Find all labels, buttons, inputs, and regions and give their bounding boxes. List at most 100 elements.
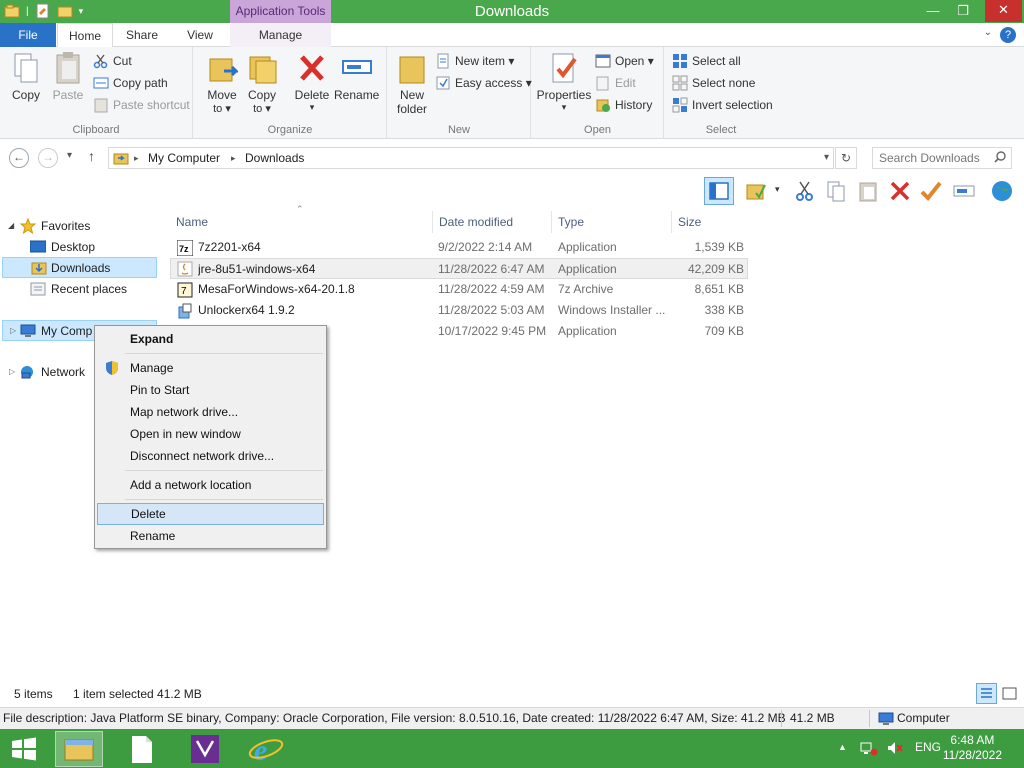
menu-item-delete[interactable]: Delete xyxy=(97,503,324,525)
copy-to-button[interactable]: Copy to ▾ xyxy=(242,51,282,115)
details-location: Computer xyxy=(897,711,950,725)
select-all-button[interactable]: Select all xyxy=(672,51,741,71)
svg-text:e: e xyxy=(254,734,267,767)
clock[interactable]: 6:48 AM 11/28/2022 xyxy=(943,733,1002,763)
new-group-label: New xyxy=(447,124,470,136)
file-row[interactable]: 7z 7z2201-x64 9/2/2022 2:14 AM Applicati… xyxy=(170,237,748,258)
back-button[interactable]: ← xyxy=(9,148,29,168)
invert-selection-button[interactable]: Invert selection xyxy=(672,95,773,115)
new-item-button[interactable]: New item ▾ xyxy=(435,51,514,71)
menu-item-add-network-location[interactable]: Add a network location xyxy=(97,474,324,496)
volume-muted-icon[interactable] xyxy=(886,740,904,756)
file-row[interactable]: Unlockerx64 1.9.2 11/28/2022 5:03 AM Win… xyxy=(170,300,748,321)
menu-item-pin-to-start[interactable]: Pin to Start xyxy=(97,379,324,401)
taskbar-file-explorer[interactable] xyxy=(55,731,103,767)
open-button[interactable]: Open ▾ xyxy=(595,51,654,71)
copy-tool-icon[interactable] xyxy=(824,179,848,203)
search-input[interactable]: Search Downloads xyxy=(872,147,1012,169)
delete-button[interactable]: Delete ▾ xyxy=(292,51,332,113)
close-button[interactable]: ✕ xyxy=(985,0,1022,22)
select-none-button[interactable]: Select none xyxy=(672,73,755,93)
column-name[interactable]: Name xyxy=(170,211,432,233)
checkmark-tool-icon[interactable] xyxy=(919,179,943,203)
history-icon xyxy=(595,97,611,113)
title-bar: | ▾ Application Tools Downloads — ❐ ✕ xyxy=(0,0,1024,23)
copy-path-button[interactable]: Copy path xyxy=(93,73,168,93)
history-button[interactable]: History xyxy=(595,95,652,115)
cut-button[interactable]: Cut xyxy=(93,51,132,71)
paste-shortcut-icon xyxy=(93,97,109,113)
breadcrumb-my-computer[interactable]: My Computer xyxy=(148,151,220,165)
copy-to-icon xyxy=(246,51,278,85)
expanded-arrow-icon[interactable]: ◢ xyxy=(8,216,14,236)
paste-shortcut-button[interactable]: Paste shortcut xyxy=(93,95,190,115)
up-button[interactable]: ↑ xyxy=(88,148,95,164)
network-status-icon[interactable] xyxy=(860,740,878,756)
file-description: File description: Java Platform SE binar… xyxy=(3,711,786,725)
collapsed-arrow-icon[interactable]: ▷ xyxy=(10,321,16,341)
taskbar-internet-explorer[interactable]: e xyxy=(242,731,290,767)
minimize-button[interactable]: — xyxy=(918,1,948,21)
paste-button[interactable]: Paste xyxy=(48,51,88,102)
column-type[interactable]: Type xyxy=(551,211,671,233)
large-icons-view-icon[interactable] xyxy=(1001,685,1018,702)
move-to-button[interactable]: Move to ▾ xyxy=(202,51,242,115)
delete-tool-icon[interactable] xyxy=(888,179,912,203)
easy-access-button[interactable]: Easy access ▾ xyxy=(435,73,532,93)
edit-button[interactable]: Edit xyxy=(595,73,636,93)
start-button[interactable] xyxy=(0,731,48,767)
preview-pane-icon[interactable] xyxy=(704,177,734,205)
breadcrumb-separator[interactable]: ▸ xyxy=(134,153,139,164)
select-all-icon xyxy=(672,53,688,69)
tab-manage[interactable]: Manage xyxy=(230,23,331,47)
menu-separator xyxy=(125,499,323,500)
address-dropdown-icon[interactable]: ▾ xyxy=(824,152,829,163)
maximize-button[interactable]: ❐ xyxy=(948,1,978,21)
taskbar-visual-studio[interactable] xyxy=(181,731,229,767)
tab-view[interactable]: View xyxy=(171,23,229,47)
taskbar-document[interactable] xyxy=(118,731,166,767)
menu-item-disconnect-drive[interactable]: Disconnect network drive... xyxy=(97,445,324,467)
properties-button[interactable]: Properties ▾ xyxy=(536,51,592,113)
collapsed-arrow-icon[interactable]: ▷ xyxy=(9,362,15,382)
menu-item-rename[interactable]: Rename xyxy=(97,525,324,547)
forward-button[interactable]: → xyxy=(38,148,58,168)
breadcrumb-downloads[interactable]: Downloads xyxy=(245,151,304,165)
new-folder-button[interactable]: New folder xyxy=(392,51,432,116)
collapse-ribbon-icon[interactable]: ⌄ xyxy=(984,27,992,38)
new-group: New folder New item ▾ Easy access ▾ New xyxy=(388,47,532,139)
refresh-button[interactable]: ↻ xyxy=(835,147,857,169)
scissors-icon xyxy=(93,53,109,69)
input-language[interactable]: ENG xyxy=(915,740,941,754)
column-size[interactable]: Size xyxy=(671,211,751,233)
menu-item-map-network-drive[interactable]: Map network drive... xyxy=(97,401,324,423)
file-row[interactable]: jre-8u51-windows-x64 11/28/2022 6:47 AM … xyxy=(170,258,748,279)
rename-button[interactable]: Rename xyxy=(334,51,379,102)
help-icon[interactable]: ? xyxy=(1000,27,1016,43)
tab-file[interactable]: File xyxy=(0,23,56,47)
tab-home[interactable]: Home xyxy=(57,23,113,48)
menu-item-open-new-window[interactable]: Open in new window xyxy=(97,423,324,445)
rename-tool-icon[interactable] xyxy=(952,179,976,203)
menu-item-expand[interactable]: Expand xyxy=(97,328,324,350)
toolbar-dropdown-icon[interactable]: ▾ xyxy=(775,184,780,195)
details-view-icon[interactable] xyxy=(976,683,997,704)
address-row: ← → ▾ ↑ ▸ My Computer ▸ Downloads ▾ ↻ Se… xyxy=(0,139,1024,175)
invert-selection-icon xyxy=(672,97,688,113)
breadcrumb-separator[interactable]: ▸ xyxy=(231,153,236,164)
properties-tool-icon[interactable] xyxy=(744,179,768,203)
tab-share[interactable]: Share xyxy=(113,23,171,47)
address-bar[interactable]: ▸ My Computer ▸ Downloads ▾ xyxy=(108,147,834,169)
menu-item-manage[interactable]: Manage xyxy=(97,357,324,379)
copy-button[interactable]: Copy xyxy=(6,51,46,102)
cut-tool-icon[interactable] xyxy=(793,179,817,203)
recent-locations-dropdown[interactable]: ▾ xyxy=(67,150,72,161)
select-group: Select all Select none Invert selection … xyxy=(665,47,777,139)
svg-text:7z: 7z xyxy=(179,244,189,254)
paste-tool-icon[interactable] xyxy=(856,179,880,203)
column-date-modified[interactable]: Date modified xyxy=(432,211,551,233)
file-row[interactable]: 7 MesaForWindows-x64-20.1.8 11/28/2022 4… xyxy=(170,279,748,300)
tray-overflow-icon[interactable]: ▲ xyxy=(838,742,847,752)
globe-icon[interactable] xyxy=(990,179,1014,203)
nav-downloads[interactable]: Downloads xyxy=(2,257,157,278)
